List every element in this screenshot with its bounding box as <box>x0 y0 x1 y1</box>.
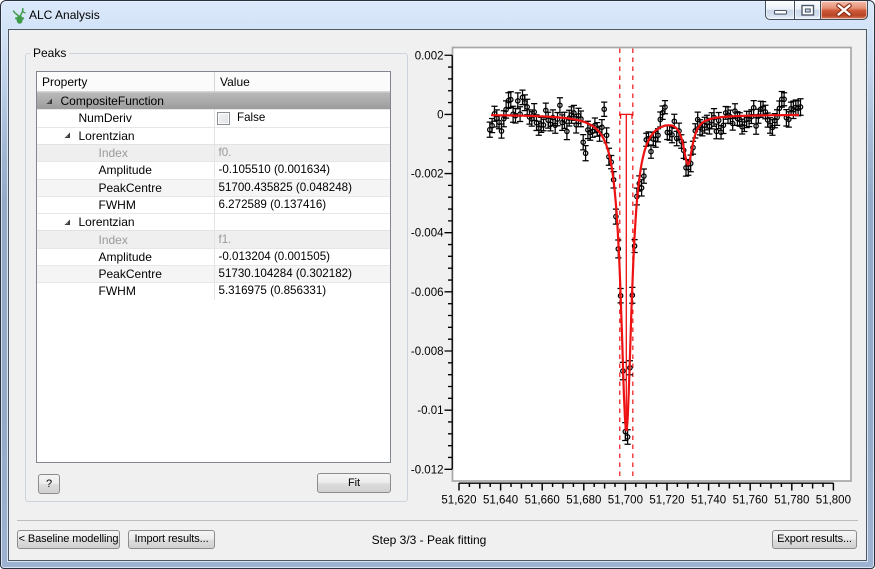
svg-text:51,680: 51,680 <box>566 495 601 507</box>
svg-text:-0.01: -0.01 <box>417 405 443 417</box>
svg-text:0: 0 <box>437 109 443 121</box>
svg-text:51,700: 51,700 <box>608 495 643 507</box>
svg-text:-0.002: -0.002 <box>411 169 444 181</box>
svg-text:-0.008: -0.008 <box>411 346 444 358</box>
svg-text:51,620: 51,620 <box>441 495 476 507</box>
svg-text:51,760: 51,760 <box>733 495 768 507</box>
svg-text:-0.012: -0.012 <box>411 464 444 476</box>
svg-text:51,660: 51,660 <box>525 495 560 507</box>
svg-text:0.002: 0.002 <box>415 50 444 62</box>
svg-text:51,640: 51,640 <box>483 495 518 507</box>
svg-text:51,780: 51,780 <box>774 495 809 507</box>
svg-text:51,740: 51,740 <box>691 495 726 507</box>
svg-text:-0.006: -0.006 <box>411 287 444 299</box>
svg-text:51,720: 51,720 <box>649 495 684 507</box>
svg-text:51,800: 51,800 <box>816 495 851 507</box>
svg-text:-0.004: -0.004 <box>411 228 444 240</box>
